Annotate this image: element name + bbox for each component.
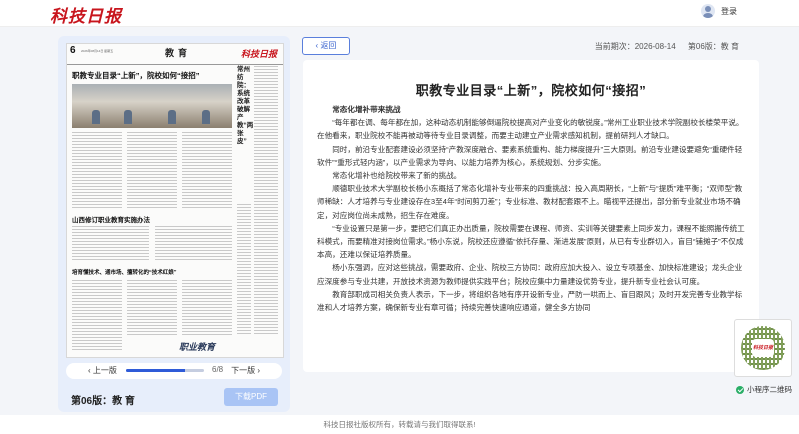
prev-page-button[interactable]: ‹ 上一版 — [88, 365, 117, 376]
paper-photo — [72, 84, 232, 128]
qr-center-logo: 科技日报 — [752, 339, 774, 357]
paper-text-column — [72, 280, 122, 352]
paper-subheadline[interactable]: 山西修订职业教育实施办法 — [72, 214, 150, 224]
top-bar: 科技日报 登录 — [0, 0, 799, 27]
login-area[interactable]: 登录 — [701, 4, 737, 18]
page-count: 6/8 — [212, 365, 224, 374]
paper-vocational-logo: 职业教育 — [179, 342, 216, 352]
paper-text-column — [155, 226, 232, 262]
page-navigator: ‹ 上一版 6/8 下一版 › — [66, 363, 282, 379]
newspaper-panel: 6 2026年08月14日 星期五 教育 科技日报 职教专业目录“上新”，院校如… — [58, 36, 290, 412]
back-button[interactable]: ‹ 返回 — [302, 37, 350, 55]
download-pdf-button[interactable]: 下载PDF — [224, 388, 278, 406]
wechat-check-icon — [736, 385, 744, 394]
back-label: 返回 — [320, 41, 337, 50]
article-paragraph: “专业设置只是第一步，要把它们真正办出质量，院校需要在课程、师资、实训等关键要素… — [317, 223, 745, 260]
next-page-button[interactable]: 下一版 › — [231, 365, 260, 376]
paper-headline[interactable]: 职教专业目录“上新”，院校如何“接招” — [72, 70, 232, 81]
photo-figure — [124, 110, 132, 124]
mini-program-qr-code[interactable]: 科技日报 — [734, 319, 792, 377]
issue-meta: 当前期次：2026-08-14 第06版：教 育 — [585, 41, 739, 52]
current-edition: 第06版：教 育 — [687, 42, 739, 51]
paper-header: 6 2026年08月14日 星期五 教育 科技日报 — [67, 44, 283, 65]
photo-figure — [202, 110, 210, 124]
paper-masthead: 科技日报 — [240, 50, 277, 60]
article-paragraph: “每年都在调、每年都在加，这种动态机制能够倒逼院校提高对产业变化的敏锐度。”常州… — [317, 118, 744, 141]
qr-caption-text: 小程序二维码 — [747, 385, 792, 394]
paper-text-column — [254, 66, 278, 336]
prev-page-label: 上一版 — [92, 366, 117, 375]
footer-copyright: 科技日报社版权所有，转载请与我们取得联系! — [323, 420, 476, 429]
paper-section: 教育 — [165, 48, 192, 58]
login-link[interactable]: 登录 — [721, 6, 737, 17]
article-paragraph: 常态化增补也给院校带来了新的挑战。 — [332, 171, 462, 181]
paper-text-column — [72, 226, 149, 262]
article-paragraph: 顺德职业技术大学副校长杨小东概括了常态化增补专业带来的四重挑战：投入高周期长，“… — [317, 184, 743, 220]
page-progress-fill — [126, 369, 185, 372]
current-period: 当前期次：2026-08-14 — [594, 42, 676, 51]
article-paragraph: 教育部职成司相关负责人表示，下一步，将组织各地有序开设新专业，严防一哄而上、盲目… — [317, 289, 743, 313]
qr-caption: 小程序二维码 — [736, 384, 792, 395]
user-avatar-icon[interactable] — [701, 4, 715, 18]
paper-text-column — [182, 280, 232, 336]
page-progress-bar — [126, 369, 204, 372]
paper-text-column — [72, 132, 122, 210]
paper-text-column — [182, 132, 232, 210]
newspaper-page-thumbnail[interactable]: 6 2026年08月14日 星期五 教育 科技日报 职教专业目录“上新”，院校如… — [66, 43, 284, 358]
paper-page-number: 6 — [70, 45, 76, 56]
photo-figure — [168, 110, 176, 124]
site-logo[interactable]: 科技日报 — [50, 2, 122, 27]
paper-text-column — [127, 132, 177, 210]
paper-date-line: 2026年08月14日 星期五 — [81, 49, 114, 53]
article-body: 常态化增补带来挑战 “每年都在调、每年都在加，这种动态机制能够倒逼院校提高对产业变… — [317, 103, 745, 314]
article-subheading: 常态化增补带来挑战 — [332, 105, 401, 114]
paper-subheadline[interactable]: 培育懂技术、通市场、擅转化的“技术红娘” — [72, 268, 177, 276]
next-page-label: 下一版 — [231, 366, 256, 375]
article-paragraph: 杨小东强调，应对这些挑战，需要政府、企业、院校三方协同：政府应加大投入、设立专项… — [317, 263, 743, 286]
article-title: 职教专业目录“上新”，院校如何“接招” — [415, 83, 647, 98]
paper-text-column — [127, 280, 177, 336]
edition-label: 第06版：教 育 — [71, 396, 135, 407]
paper-side-headline[interactable]: 常州纺院：系统改革破解产教“两张皮” — [237, 66, 253, 146]
paper-text-column — [237, 204, 251, 336]
photo-figure — [92, 110, 100, 124]
article-paragraph: 同时，前沿专业配套建设必须坚持“产教深度融合、要素系统重构、能力梯度提升”三大原… — [317, 144, 743, 167]
article-card: 职教专业目录“上新”，院校如何“接招” 常态化增补带来挑战 “每年都在调、每年都在… — [303, 60, 759, 372]
